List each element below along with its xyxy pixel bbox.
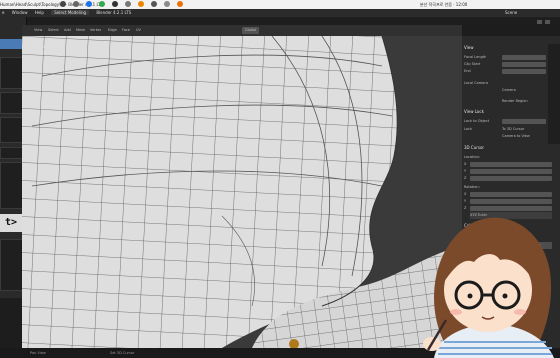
menu-view[interactable]: View bbox=[34, 25, 42, 36]
render-region-checkbox[interactable]: Render Region bbox=[502, 98, 528, 105]
app-icon[interactable] bbox=[73, 1, 79, 7]
focal-length-field[interactable] bbox=[502, 55, 546, 60]
location-z-label: Z bbox=[464, 176, 467, 180]
3d-viewport[interactable]: User Perspective (0) Body bbox=[22, 36, 462, 348]
section-view-header[interactable]: View bbox=[464, 44, 474, 52]
browser-icon[interactable] bbox=[86, 1, 92, 7]
app-icon[interactable] bbox=[112, 1, 118, 7]
mouse-hint-right: Set 3D Cursor bbox=[110, 351, 135, 355]
clip-start-field[interactable] bbox=[502, 62, 546, 67]
sidebar-tabs[interactable] bbox=[548, 44, 560, 144]
scene-icon[interactable] bbox=[545, 20, 550, 24]
local-camera-label: Local Camera bbox=[464, 81, 488, 85]
menu-window[interactable]: Window bbox=[12, 10, 28, 15]
viewport-header: View Select Add Mesh Vertex Edge Face UV… bbox=[22, 25, 462, 36]
lock-to-object-field[interactable] bbox=[502, 119, 546, 124]
lock-label: Lock bbox=[464, 127, 472, 131]
scene-selector[interactable]: Scene bbox=[505, 9, 517, 17]
blender-icon[interactable] bbox=[177, 1, 183, 7]
clip-end-field[interactable] bbox=[502, 69, 546, 74]
clip-start-label: Clip Start bbox=[464, 62, 481, 66]
mouse-hint-left: Pan View bbox=[30, 351, 46, 355]
transform-orientation-dropdown[interactable]: Global bbox=[242, 27, 260, 34]
location-y-field[interactable] bbox=[470, 169, 552, 174]
menu-face[interactable]: Face bbox=[122, 25, 130, 36]
workspace-button[interactable]: Select Modeling bbox=[51, 10, 90, 15]
app-icon[interactable] bbox=[99, 1, 105, 7]
mesh-wireframe bbox=[22, 36, 462, 348]
menu-select[interactable]: Select bbox=[48, 25, 59, 36]
location-y-label: Y bbox=[464, 169, 467, 173]
section-3d-cursor-header[interactable]: 3D Cursor bbox=[464, 144, 484, 152]
location-label: Location: bbox=[464, 155, 480, 159]
blender-version: Blender 4.2.1 LTS bbox=[96, 10, 132, 15]
app-icon[interactable] bbox=[138, 1, 144, 7]
app-icon[interactable] bbox=[125, 1, 131, 7]
app-icon[interactable] bbox=[164, 1, 170, 7]
location-z-field[interactable] bbox=[470, 176, 552, 181]
local-camera-field[interactable]: Camera bbox=[502, 87, 516, 94]
clip-end-label: End bbox=[464, 69, 471, 73]
viewport-object-label: (0) Body bbox=[30, 50, 48, 55]
menu-edge[interactable]: Edge bbox=[108, 25, 117, 36]
menu-vertex[interactable]: Vertex bbox=[90, 25, 101, 36]
rotation-label: Rotation: bbox=[464, 185, 480, 189]
os-title-bar: Human\Head\Sculpt\Topology\... - Blender… bbox=[0, 0, 560, 9]
menu-help[interactable]: Help bbox=[35, 10, 44, 15]
app-icon[interactable] bbox=[151, 1, 157, 7]
blender-menubar: e Window Help Select Modeling Blender 4.… bbox=[0, 9, 560, 17]
location-x-field[interactable] bbox=[470, 162, 552, 167]
focal-length-label: Focal Length bbox=[464, 55, 487, 59]
tool-header bbox=[0, 17, 560, 25]
menu-add[interactable]: Add bbox=[64, 25, 71, 36]
menu-edit[interactable]: e bbox=[2, 10, 4, 15]
view-layer-icon[interactable] bbox=[537, 20, 542, 24]
workspace-controls bbox=[535, 18, 560, 26]
code-tag-button[interactable]: t> bbox=[0, 214, 22, 232]
viewport-perspective-label: User Perspective bbox=[30, 44, 64, 49]
location-x-label: X bbox=[464, 162, 467, 166]
to-3d-cursor-checkbox[interactable]: To 3D Cursor bbox=[502, 126, 524, 133]
system-tray: 분산 작곡프로 안음 · 12:00 bbox=[420, 2, 468, 7]
rotation-x-label: X bbox=[464, 192, 467, 196]
rotation-x-field[interactable] bbox=[470, 192, 552, 197]
menu-mesh[interactable]: Mesh bbox=[76, 25, 85, 36]
section-view-lock-header[interactable]: View Lock bbox=[464, 108, 484, 116]
streamer-avatar bbox=[423, 217, 554, 358]
lock-to-object-label: Lock to Object bbox=[464, 119, 490, 123]
camera-to-view-checkbox[interactable]: Camera to View bbox=[502, 133, 530, 140]
menu-uv[interactable]: UV bbox=[136, 25, 141, 36]
app-icon[interactable] bbox=[60, 1, 66, 7]
